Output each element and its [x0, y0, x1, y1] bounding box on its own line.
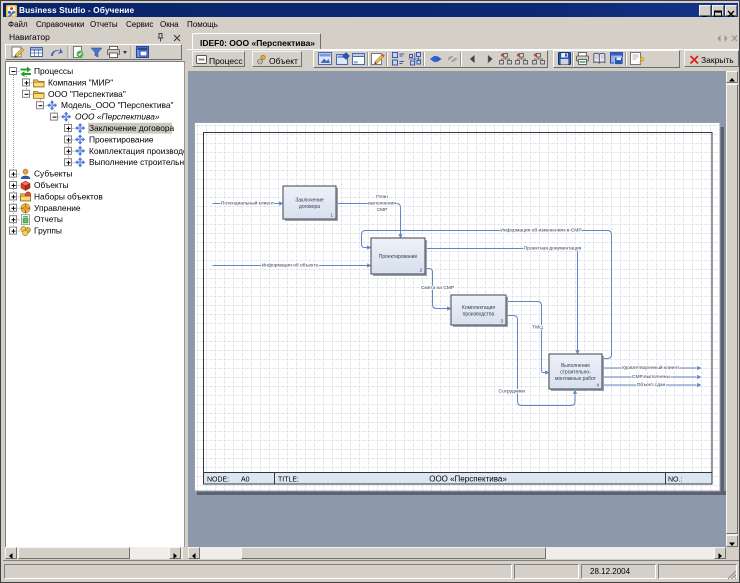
svg-text:Управление: Управление: [34, 203, 81, 213]
svg-text:2: 2: [419, 268, 422, 273]
svg-text:Потенциальный клиент: Потенциальный клиент: [221, 200, 275, 207]
svg-text:Проектирование: Проектирование: [379, 254, 418, 260]
svg-text:Группы: Группы: [34, 226, 62, 236]
svg-text:Информация об изменениях в СМР: Информация об изменениях в СМР: [500, 228, 581, 234]
svg-text:договора: договора: [299, 204, 320, 210]
svg-text:1: 1: [330, 213, 333, 218]
svg-text:монтажных работ: монтажных работ: [555, 376, 597, 382]
svg-text:Компания "МИР": Компания "МИР": [48, 77, 113, 87]
svg-text:Удовлетворенный клиент: Удовлетворенный клиент: [622, 364, 680, 371]
svg-text:Объекты: Объекты: [34, 180, 69, 190]
svg-text:Сотрудники: Сотрудники: [499, 389, 526, 395]
svg-text:TITLE:: TITLE:: [278, 477, 299, 484]
svg-text:СМР выполнены: СМР выполнены: [632, 374, 671, 380]
svg-text:4: 4: [596, 383, 599, 388]
svg-text:Заключение: Заключение: [295, 197, 324, 203]
svg-text:ООО "Перспектива": ООО "Перспектива": [48, 89, 126, 99]
svg-text:Смета на СМР: Смета на СМР: [421, 285, 454, 291]
svg-text:NO.:: NO.:: [668, 477, 682, 484]
svg-text:Субъекты: Субъекты: [34, 169, 72, 179]
svg-text:выполнения: выполнения: [368, 202, 396, 207]
svg-text:Отчеты: Отчеты: [34, 214, 63, 224]
svg-text:ТМЦ: ТМЦ: [532, 325, 543, 331]
svg-text:Проектная документация: Проектная документация: [524, 246, 582, 252]
svg-text:Проектирование: Проектирование: [89, 134, 154, 144]
svg-text:План: План: [376, 194, 388, 200]
svg-text:Заключение договора: Заключение договора: [89, 123, 175, 133]
svg-text:3: 3: [500, 319, 503, 324]
svg-text:СМР: СМР: [377, 207, 388, 213]
svg-text:производства: производства: [463, 311, 495, 317]
svg-text:Информация об объекте: Информация об объекте: [262, 263, 319, 269]
svg-text:Объект сдан: Объект сдан: [637, 382, 666, 388]
svg-text:A0: A0: [241, 477, 250, 484]
svg-text:ООО «Перспектива»: ООО «Перспектива»: [75, 112, 160, 122]
svg-text:Модель_ООО "Перспектива": Модель_ООО "Перспектива": [61, 100, 174, 110]
svg-text:Процессы: Процессы: [34, 66, 73, 76]
svg-text:Комплектация: Комплектация: [462, 305, 495, 311]
svg-text:Выполнение: Выполнение: [561, 363, 590, 369]
svg-text:Выполнение строительно-мон: Выполнение строительно-мон: [89, 157, 184, 167]
svg-text:Наборы объектов: Наборы объектов: [34, 191, 103, 201]
svg-text:ООО «Перспектива»: ООО «Перспектива»: [429, 475, 507, 484]
svg-text:Комплектация производства: Комплектация производства: [89, 146, 184, 156]
svg-text:строительно-: строительно-: [560, 370, 591, 376]
svg-text:NODE:: NODE:: [207, 477, 229, 484]
